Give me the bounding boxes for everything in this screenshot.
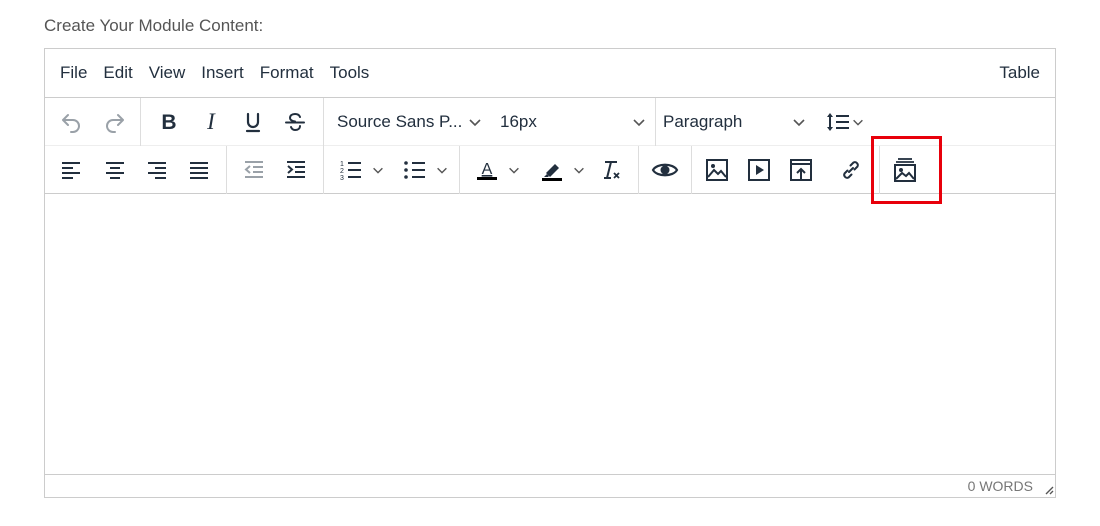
svg-text:A: A <box>482 161 493 178</box>
eye-icon <box>651 163 679 177</box>
italic-icon: I <box>206 110 216 134</box>
chevron-down-icon <box>793 119 805 127</box>
toolbar-separator <box>879 146 880 194</box>
undo-button[interactable] <box>55 105 87 139</box>
menu-edit[interactable]: Edit <box>95 49 140 98</box>
outdent-icon <box>244 161 263 178</box>
indent-icon <box>287 161 305 178</box>
menubar: File Edit View Insert Format Tools Table <box>45 49 1055 98</box>
toolbar-separator <box>140 98 141 146</box>
toolbar-separator <box>323 98 324 146</box>
block-format-value: Paragraph <box>663 112 743 131</box>
align-center-button[interactable] <box>99 153 131 187</box>
strikethrough-button[interactable] <box>279 105 311 139</box>
align-right-button[interactable] <box>141 153 173 187</box>
editor-content-area[interactable] <box>45 195 1055 475</box>
chevron-down-icon <box>373 167 383 174</box>
resize-handle-icon[interactable] <box>1042 483 1054 495</box>
image-gallery-icon <box>894 158 916 182</box>
toolbar-separator <box>226 146 227 194</box>
chevron-down-icon <box>574 167 584 174</box>
strikethrough-icon <box>285 112 305 132</box>
align-left-icon <box>62 162 80 179</box>
chevron-down-icon <box>469 119 481 127</box>
bullet-list-icon <box>404 161 425 179</box>
image-icon <box>706 159 728 181</box>
word-count: 0 WORDS <box>967 478 1033 494</box>
field-label: Create Your Module Content: <box>44 16 264 35</box>
justify-button[interactable] <box>183 153 215 187</box>
upload-window-icon <box>790 159 812 181</box>
menu-insert[interactable]: Insert <box>193 49 252 98</box>
italic-button[interactable]: I <box>195 105 227 139</box>
font-size-value: 16px <box>500 112 537 131</box>
line-height-icon <box>827 113 849 131</box>
toolbar-separator <box>655 98 656 146</box>
justify-icon <box>190 162 208 179</box>
redo-icon <box>106 114 124 133</box>
line-height-button[interactable] <box>821 105 869 139</box>
insert-image-button[interactable] <box>701 153 733 187</box>
underline-icon <box>245 112 261 133</box>
numbered-list-icon: 123 <box>340 161 361 181</box>
toolbar-separator <box>459 146 460 194</box>
text-color-button[interactable]: A <box>469 153 527 187</box>
preview-button[interactable] <box>648 153 682 187</box>
align-right-icon <box>148 162 166 179</box>
toolbar-separator <box>323 146 324 194</box>
link-icon <box>843 161 859 179</box>
chevron-down-icon <box>509 167 519 174</box>
toolbar-row-1: B I Source Sans P... 16px Paragraph <box>45 98 1055 146</box>
svg-text:2: 2 <box>340 168 344 175</box>
menu-tools[interactable]: Tools <box>322 49 378 98</box>
outdent-button[interactable] <box>238 153 270 187</box>
undo-icon <box>62 114 80 133</box>
align-center-icon <box>106 162 124 179</box>
redo-button[interactable] <box>99 105 131 139</box>
statusbar: 0 WORDS <box>45 474 1055 497</box>
menu-file[interactable]: File <box>52 49 95 98</box>
font-family-value: Source Sans P... <box>337 112 463 131</box>
clear-formatting-button[interactable] <box>595 153 627 187</box>
svg-text:I: I <box>206 110 216 134</box>
svg-text:1: 1 <box>340 161 344 168</box>
numbered-list-button[interactable]: 123 <box>333 153 391 187</box>
chevron-down-icon <box>853 119 863 126</box>
menu-table[interactable]: Table <box>991 49 1055 98</box>
toolbar-separator <box>638 146 639 194</box>
insert-link-button[interactable] <box>835 153 867 187</box>
menu-format[interactable]: Format <box>252 49 322 98</box>
indent-button[interactable] <box>280 153 312 187</box>
align-left-button[interactable] <box>55 153 87 187</box>
toolbar-row-2: 123 A <box>45 146 1055 194</box>
menu-view[interactable]: View <box>141 49 194 98</box>
highlight-color-button[interactable] <box>533 153 593 187</box>
text-color-icon: A <box>477 161 497 180</box>
insert-media-button[interactable] <box>743 153 775 187</box>
bullet-list-button[interactable] <box>397 153 455 187</box>
underline-button[interactable] <box>237 105 269 139</box>
clear-formatting-icon <box>604 161 620 179</box>
bold-button[interactable]: B <box>153 105 185 139</box>
toolbar-separator <box>691 146 692 194</box>
chevron-down-icon <box>633 119 645 127</box>
font-size-select[interactable]: 16px <box>500 105 647 139</box>
svg-text:3: 3 <box>340 175 344 181</box>
svg-text:B: B <box>161 111 176 134</box>
rich-text-editor: File Edit View Insert Format Tools Table… <box>44 48 1056 498</box>
block-format-select[interactable]: Paragraph <box>663 105 807 139</box>
video-icon <box>748 159 770 181</box>
image-gallery-button[interactable] <box>889 153 921 187</box>
font-family-select[interactable]: Source Sans P... <box>337 105 483 139</box>
embed-button[interactable] <box>785 153 817 187</box>
bold-icon: B <box>161 111 176 134</box>
chevron-down-icon <box>437 167 447 174</box>
highlighter-icon <box>542 164 562 181</box>
